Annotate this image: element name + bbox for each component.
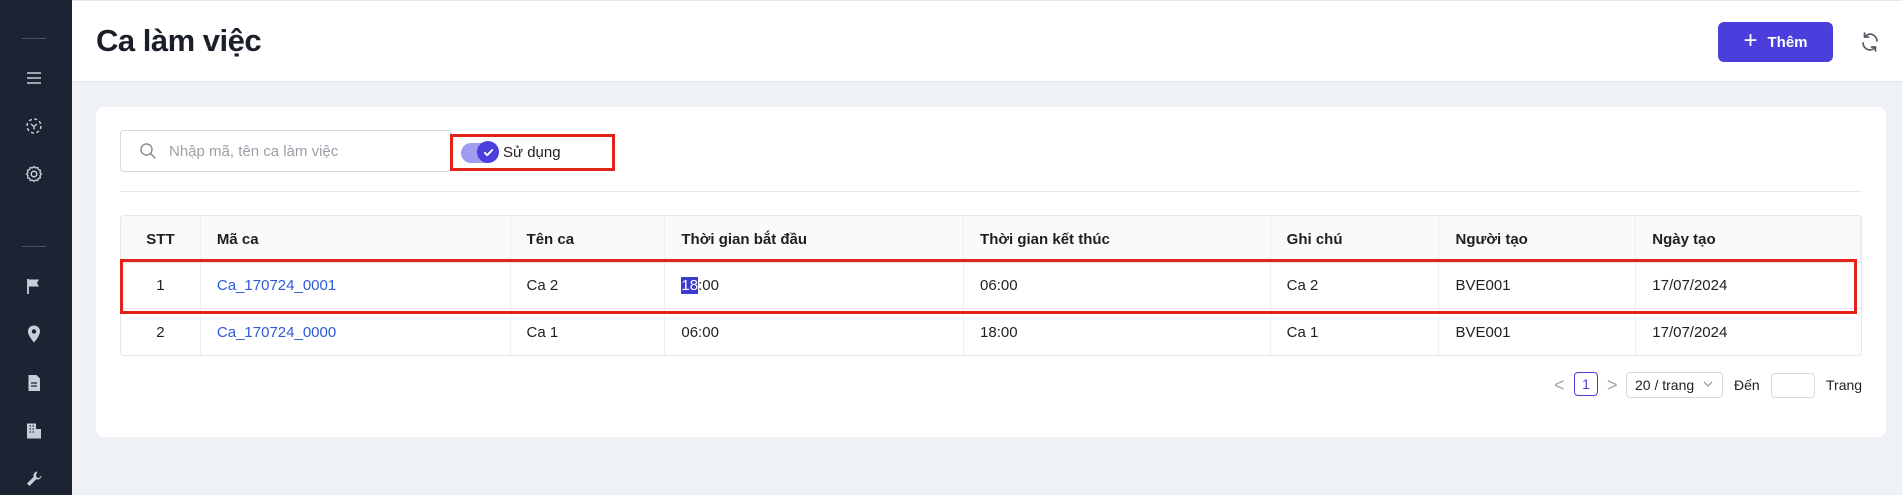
- shift-code-link[interactable]: Ca_170724_0000: [217, 324, 336, 341]
- goto-page-input[interactable]: [1771, 373, 1815, 398]
- row-start-rest: :00: [698, 277, 719, 294]
- sidebar: [0, 0, 72, 495]
- sidebar-divider: [22, 38, 46, 39]
- page-header: Ca làm việc + Thêm: [72, 0, 1902, 82]
- row-stt: 1: [121, 263, 201, 308]
- location-icon[interactable]: [22, 322, 46, 346]
- next-page-button[interactable]: >: [1607, 375, 1621, 395]
- search-icon: [140, 143, 156, 159]
- table-header: STT Mã ca Tên ca Thời gian bắt đầu Thời …: [121, 216, 1861, 263]
- column-header-end: Thời gian kết thúc: [964, 216, 1271, 262]
- row-name: Ca 2: [511, 263, 666, 308]
- row-name: Ca 1: [511, 309, 666, 355]
- wrench-icon[interactable]: [22, 467, 46, 491]
- search-box: [120, 130, 452, 172]
- page-number-current[interactable]: 1: [1574, 372, 1598, 396]
- column-header-start: Thời gian bắt đầu: [665, 216, 965, 262]
- divider: [120, 191, 1862, 192]
- building-icon[interactable]: [22, 419, 46, 443]
- page-size-value: 20 / trang: [1635, 377, 1695, 393]
- add-button[interactable]: + Thêm: [1718, 22, 1833, 62]
- selected-text: 18: [681, 277, 699, 294]
- active-toggle[interactable]: [461, 141, 499, 163]
- row-start-cell: 18:00: [665, 263, 965, 308]
- row-creator: BVE001: [1439, 309, 1637, 355]
- row-start-cell: 06:00: [665, 309, 965, 355]
- row-code-cell: Ca_170724_0000: [201, 309, 511, 355]
- table-row[interactable]: 2 Ca_170724_0000 Ca 1 06:00 18:00 Ca 1 B…: [121, 309, 1861, 355]
- flag-icon[interactable]: [22, 274, 46, 298]
- page-size-select[interactable]: 20 / trang: [1626, 372, 1723, 398]
- column-header-name: Tên ca: [511, 216, 666, 262]
- chevron-down-icon: [1703, 381, 1713, 387]
- row-note: Ca 1: [1271, 309, 1440, 355]
- toggle-annotation-box: Sử dụng: [450, 134, 615, 171]
- row-start-rest: 06:00: [681, 323, 719, 341]
- sidebar-divider: [22, 246, 46, 247]
- page-label: Trang: [1826, 377, 1863, 393]
- row-end: 18:00: [964, 309, 1271, 355]
- row-date: 17/07/2024: [1652, 323, 1728, 341]
- row-note: Ca 2: [1271, 263, 1440, 308]
- search-input[interactable]: [169, 131, 449, 171]
- content-card: Sử dụng STT Mã ca Tên ca Thời gian bắt đ…: [96, 107, 1886, 437]
- prev-page-button[interactable]: <: [1554, 375, 1568, 395]
- table-row[interactable]: 1 Ca_170724_0001 Ca 2 18:00 06:00 Ca 2 B…: [121, 263, 1861, 309]
- shift-code-link[interactable]: Ca_170724_0001: [217, 277, 336, 294]
- row-end: 06:00: [964, 263, 1271, 308]
- column-header-stt: STT: [121, 216, 201, 262]
- column-header-date: Ngày tạo: [1636, 216, 1861, 262]
- plus-icon: +: [1743, 27, 1758, 54]
- page-title: Ca làm việc: [96, 23, 262, 58]
- refresh-icon[interactable]: [1858, 30, 1882, 54]
- dashboard-icon[interactable]: [22, 114, 46, 138]
- column-header-code: Mã ca: [201, 216, 511, 262]
- row-code-cell: Ca_170724_0001: [201, 263, 511, 308]
- column-header-creator: Người tạo: [1439, 216, 1637, 262]
- check-icon: [477, 141, 499, 163]
- row-date: 17/07/2024: [1652, 277, 1728, 294]
- row-creator: BVE001: [1439, 263, 1637, 308]
- shift-table: STT Mã ca Tên ca Thời gian bắt đầu Thời …: [120, 215, 1862, 356]
- row-stt: 2: [121, 309, 201, 355]
- settings-icon[interactable]: [22, 162, 46, 186]
- goto-label: Đến: [1734, 377, 1760, 393]
- toggle-label: Sử dụng: [503, 144, 561, 161]
- add-button-label: Thêm: [1767, 33, 1808, 51]
- menu-icon[interactable]: [22, 66, 46, 90]
- document-icon[interactable]: [22, 371, 46, 395]
- column-header-note: Ghi chú: [1271, 216, 1440, 262]
